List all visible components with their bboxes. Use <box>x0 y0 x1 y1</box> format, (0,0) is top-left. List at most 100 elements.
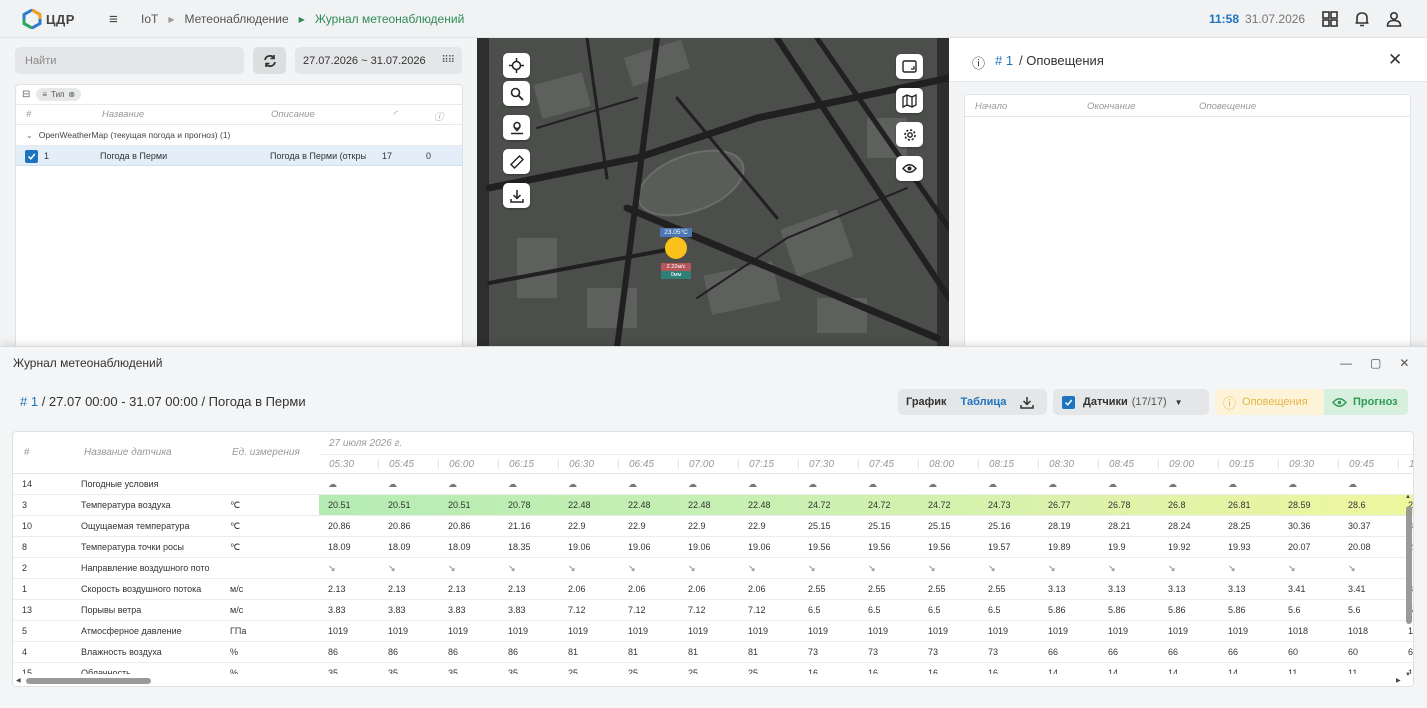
cell-value: 21.16 <box>508 521 531 531</box>
col-name[interactable]: Название <box>102 109 144 120</box>
user-icon[interactable] <box>1385 10 1403 28</box>
checkbox-checked[interactable] <box>25 150 38 163</box>
table-row[interactable]: 5 Атмосферное давление ГПа 1019 1019 1019 1019… <box>13 621 1413 642</box>
caret-down-icon[interactable]: ▼ <box>1175 398 1183 407</box>
sun-icon[interactable] <box>665 237 687 259</box>
map-wind-label: 2.22м/с <box>661 263 691 271</box>
locate-button[interactable] <box>503 53 530 78</box>
close-icon[interactable]: ✕ <box>1388 50 1402 70</box>
filter-chip-type[interactable]: ≡ Тип ⊗ <box>36 88 82 101</box>
date-header: 27 июля 2026 г. <box>329 438 403 449</box>
cell-value: 28.21 <box>1108 521 1131 531</box>
cell-value: 81 <box>628 647 639 657</box>
logo-text: ЦДР <box>46 11 75 27</box>
settings-button[interactable] <box>896 122 923 147</box>
chevron-down-icon[interactable]: ⌄ <box>26 131 33 140</box>
col-divider: | <box>437 459 440 470</box>
col-unit[interactable]: Ед. измерения <box>232 447 300 458</box>
time-col-header: 08:30 <box>1049 459 1075 470</box>
cell-value: 1019 <box>1048 626 1069 636</box>
cell-value: 19.56 <box>808 542 831 552</box>
map-view[interactable]: 23.05°C 2.22м/с 0мм <box>477 38 949 348</box>
cell-value: 2.06 <box>568 584 586 594</box>
minimize-icon[interactable]: — <box>1340 356 1352 370</box>
scroll-right-icon[interactable]: ▶ <box>1396 677 1401 684</box>
row-num: 3 <box>22 500 28 510</box>
time-col-header: 06:00 <box>449 459 475 470</box>
tab-chart[interactable]: График <box>906 396 947 408</box>
scroll-up-icon[interactable]: ▲ <box>1405 494 1411 500</box>
checkbox-checked[interactable] <box>1062 395 1075 409</box>
horizontal-scrollbar[interactable]: ◀ ▶ <box>13 675 1413 686</box>
search-icon <box>510 87 524 101</box>
row-num: 8 <box>22 542 28 552</box>
cell-value: 24.72 <box>808 500 831 510</box>
table-row[interactable]: 15 Облачность% 35 35 35 35 25 25 25 25 16 16 16 16 14 1… <box>13 663 1413 674</box>
table-row[interactable]: 3 Температура воздуха ℃ 20.51 20.51 20.51 20.7… <box>13 495 1413 516</box>
scrollbar-thumb[interactable] <box>1406 506 1412 624</box>
calendar-icon[interactable]: ⠿⠿ <box>441 55 455 66</box>
col-divider: | <box>857 459 860 470</box>
col-start[interactable]: Начало <box>975 101 1007 112</box>
tab-table[interactable]: Таблица <box>961 396 1007 408</box>
cell-value: 20.51 <box>448 500 471 510</box>
close-icon[interactable]: ✕ <box>1399 356 1409 370</box>
ruler-button[interactable] <box>503 149 530 174</box>
cell-value: 16 <box>988 668 999 674</box>
layers-button[interactable] <box>896 88 923 113</box>
cell-value: 2.06 <box>748 584 766 594</box>
crumb-meteo[interactable]: Метеонаблюдение <box>185 12 289 26</box>
table-row[interactable]: 14 Погодные условия ☁ ☁ ☁ ☁ ☁ ☁ ☁ ☁ ☁ ☁ ☁ ☁ ☁ ☁ ☁ ☁ ☁ ☁ <box>13 474 1413 495</box>
collapse-icon[interactable]: ⊟ <box>22 89 30 100</box>
table-row[interactable]: 8 Температура точки росы ℃ 18.09 18.09 18.09 1… <box>13 537 1413 558</box>
search-input[interactable]: Найти <box>15 47 244 74</box>
close-icon[interactable]: ⊗ <box>68 90 75 99</box>
date-range-picker[interactable]: 27.07.2026 ~ 31.07.2026 ⠿⠿ <box>295 47 462 74</box>
cell-value: 81 <box>748 647 759 657</box>
table-row[interactable]: 10 Ощущаемая температура ℃ 20.86 20.86 20.86 2… <box>13 516 1413 537</box>
crumb-iot[interactable]: IoT <box>141 12 158 26</box>
alerts-toggle-button[interactable]: ⓘ Оповещения <box>1215 389 1324 415</box>
time-col-header: 05:45 <box>389 459 415 470</box>
cell-value: 6.5 <box>808 605 821 615</box>
col-divider: | <box>797 459 800 470</box>
group-row[interactable]: ⌄ OpenWeatherMap (текущая погода и прогн… <box>16 125 462 146</box>
visibility-button[interactable] <box>896 156 923 181</box>
arrow-icon: ↘ <box>928 563 936 573</box>
row-num: 5 <box>22 626 28 636</box>
col-divider: | <box>377 459 380 470</box>
cell-value: 2.55 <box>928 584 946 594</box>
col-sensor-name[interactable]: Название датчика <box>84 447 172 458</box>
table-row[interactable]: 2 Направление воздушного пото ↘ ↘ ↘ ↘ ↘ ↘ ↘ ↘ ↘ ↘ ↘ ↘… <box>13 558 1413 579</box>
sensor-name: Ощущаемая температура <box>81 521 190 531</box>
maximize-icon[interactable]: ▢ <box>1370 356 1381 370</box>
map-background <box>477 38 949 348</box>
forecast-toggle-button[interactable]: Прогноз <box>1324 389 1408 415</box>
cloud-icon: ☁ <box>448 479 457 489</box>
apps-icon[interactable] <box>1321 10 1339 28</box>
sensor-unit: ГПа <box>230 626 247 636</box>
fullscreen-button[interactable] <box>896 54 923 79</box>
menu-icon[interactable]: ≡ <box>109 11 118 28</box>
scroll-left-icon[interactable]: ◀ <box>16 677 21 684</box>
table-row[interactable]: 4 Влажность воздуха% 86 86 86 86 81 81 81 81 73 73 7… <box>13 642 1413 663</box>
col-desc[interactable]: Описание <box>271 109 315 120</box>
cell-value: 25.16 <box>988 521 1011 531</box>
download-button[interactable] <box>503 183 530 208</box>
refresh-button[interactable] <box>253 47 286 74</box>
col-alert[interactable]: Оповещение <box>1199 101 1256 112</box>
map-search-button[interactable] <box>503 81 530 106</box>
table-row[interactable]: 1 Скорость воздушного потока м/с 2.13 2.13 2.… <box>13 579 1413 600</box>
download-icon[interactable] <box>1020 396 1035 409</box>
table-row[interactable]: 1 Погода в Перми Погода в Перми (откры 1… <box>16 146 462 166</box>
logo[interactable]: ЦДР <box>22 9 75 29</box>
pin-button[interactable] <box>503 115 530 140</box>
vertical-scrollbar[interactable]: ▲ ▼ <box>1405 492 1413 686</box>
table-row[interactable]: 13 Порывы ветра м/с 3.83 3.83 3.83 3.83 7.12 7.1… <box>13 600 1413 621</box>
bell-icon[interactable] <box>1353 10 1371 28</box>
cell-value: 19.89 <box>1048 542 1071 552</box>
col-end[interactable]: Окончание <box>1087 101 1135 112</box>
sensors-select[interactable]: Датчики (17/17) ▼ <box>1053 389 1209 415</box>
scrollbar-thumb[interactable] <box>26 678 151 684</box>
journal-window: Журнал метеонаблюдений — ▢ ✕ # 1 / 27.07… <box>0 346 1427 708</box>
